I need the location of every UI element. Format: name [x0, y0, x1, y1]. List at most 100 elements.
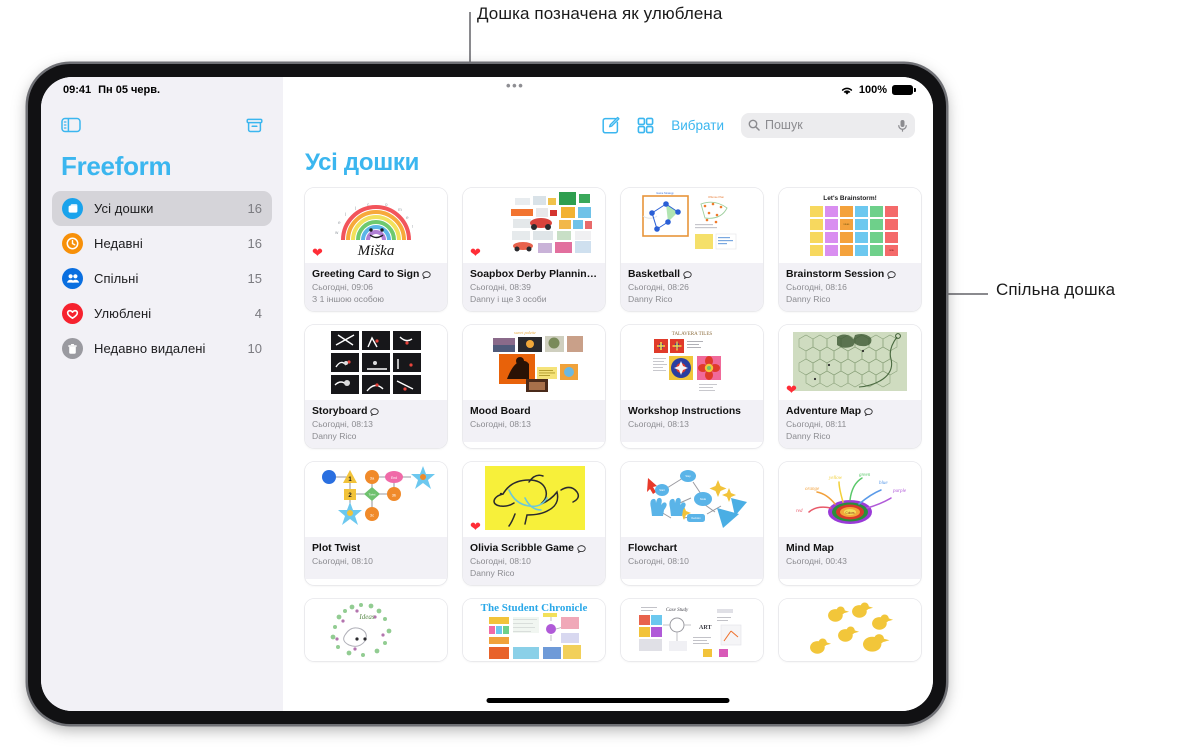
svg-text:ART: ART	[699, 625, 711, 631]
search-input[interactable]: Пошук	[765, 118, 892, 132]
board-date: Сьогодні, 08:13	[312, 419, 373, 429]
board-meta: Soapbox Derby Plannin… Сьогодні, 08:39 D…	[463, 263, 605, 311]
sidebar: Freeform Усі дошки 16 Недавні 16 Спільні…	[41, 77, 283, 711]
home-indicator[interactable]	[486, 698, 730, 703]
svg-text:Step: Step	[685, 474, 691, 478]
svg-text:3b: 3b	[392, 493, 397, 498]
svg-text:red: red	[796, 509, 803, 514]
board-meta: Olivia Scribble Game Сьогодні, 08:10 Dan…	[463, 537, 605, 585]
board-card[interactable]: Miška wel lco m e! ❤ Greeting Card to Si…	[305, 188, 447, 311]
svg-text:sweet palette: sweet palette	[514, 330, 536, 335]
board-people: Danny Rico	[786, 431, 831, 441]
board-card[interactable]: ❤ Soapbox Derby Plannin… Сьогодні, 08:39…	[463, 188, 605, 311]
board-card[interactable]: Game Strategy Offense Plan Basketball Сь…	[621, 188, 763, 311]
board-title: Storyboard	[312, 406, 368, 417]
sidebar-toggle-icon[interactable]	[61, 117, 81, 133]
board-meta: Storyboard Сьогодні, 08:13 Danny Rico	[305, 400, 447, 448]
board-thumbnail: Ideas	[305, 599, 447, 661]
board-card-partial[interactable]: Ideas	[305, 599, 447, 661]
svg-text:orange: orange	[805, 487, 820, 492]
content-area: Вибрати Пошук Усі дошки Miška w e l l c …	[283, 77, 933, 711]
board-card[interactable]: Start Step Node Decision Flowchart Сього…	[621, 462, 763, 585]
board-people: Danny Rico	[628, 294, 673, 304]
board-card-partial[interactable]	[779, 599, 921, 661]
board-card-partial[interactable]: Case Study ART	[621, 599, 763, 661]
board-thumbnail	[305, 325, 447, 400]
shared-bubble-icon	[422, 270, 431, 279]
svg-text:blue: blue	[879, 481, 888, 486]
board-title-row: Adventure Map	[786, 406, 914, 417]
annotation-favorite-label: Дошка позначена як улюблена	[477, 4, 723, 23]
grid-view-icon[interactable]	[637, 117, 654, 134]
board-card[interactable]: ❤ Adventure Map Сьогодні, 08:11 Danny Ri…	[779, 325, 921, 448]
board-card[interactable]: Let's Brainstorm! ideas note Brainstorm …	[779, 188, 921, 311]
boards-grid: Miška wel lco m e! ❤ Greeting Card to Si…	[283, 188, 933, 661]
board-thumbnail	[779, 599, 921, 661]
sidebar-item-favorites[interactable]: Улюблені 4	[52, 296, 272, 331]
sidebar-item-shared[interactable]: Спільні 15	[52, 261, 272, 296]
shared-bubble-icon	[683, 270, 692, 279]
board-card[interactable]: TALAVERA TILES Workshop Instructions Сьо…	[621, 325, 763, 448]
board-thumbnail: Miška wel lco m e! ❤	[305, 188, 447, 263]
sidebar-item-recent[interactable]: Недавні 16	[52, 226, 272, 261]
heart-icon	[62, 303, 83, 324]
content-toolbar: Вибрати Пошук	[283, 103, 933, 147]
board-card[interactable]: sweet palette Mood Board Сьогодні, 08:13	[463, 325, 605, 448]
board-title-row: Greeting Card to Sign	[312, 269, 440, 280]
search-field[interactable]: Пошук	[741, 112, 915, 138]
svg-text:m: m	[398, 207, 402, 212]
svg-text:e: e	[406, 215, 409, 220]
sidebar-item-label: Недавні	[94, 236, 143, 251]
page-title: Усі дошки	[305, 149, 420, 176]
svg-text:Start: Start	[659, 488, 665, 492]
sidebar-item-recently-deleted[interactable]: Недавно видалені 10	[52, 331, 272, 366]
board-date: Сьогодні, 08:13	[628, 419, 689, 429]
board-title: Adventure Map	[786, 406, 862, 417]
svg-text:Colors: Colors	[845, 511, 855, 515]
board-thumbnail: ❤	[463, 462, 605, 537]
svg-text:l: l	[345, 212, 346, 217]
board-title-row: Flowchart	[628, 543, 756, 554]
svg-text:w: w	[335, 230, 339, 235]
people-icon	[62, 268, 83, 289]
compose-icon[interactable]	[601, 116, 620, 135]
board-meta: Flowchart Сьогодні, 08:10	[621, 537, 763, 579]
ipad-device-frame: 09:41 Пн 05 черв. ••• 100% Freeform Усі …	[28, 64, 946, 724]
board-title-row: Brainstorm Session	[786, 269, 914, 280]
board-title-row: Mind Map	[786, 543, 914, 554]
board-people: Danny Rico	[470, 568, 515, 578]
microphone-icon[interactable]	[897, 119, 908, 132]
board-card[interactable]: Storyboard Сьогодні, 08:13 Danny Rico	[305, 325, 447, 448]
board-people: Danny Rico	[786, 294, 831, 304]
all-boards-icon	[62, 198, 83, 219]
sidebar-item-count: 16	[247, 201, 262, 216]
new-folder-icon[interactable]	[246, 117, 263, 134]
board-people: З 1 іншою особою	[312, 294, 385, 304]
board-thumbnail: ❤	[463, 188, 605, 263]
board-title: Olivia Scribble Game	[470, 543, 574, 554]
sidebar-toolbar	[52, 103, 272, 147]
board-card-partial[interactable]: The Student Chronicle	[463, 599, 605, 661]
board-card[interactable]: ❤ Olivia Scribble Game Сьогодні, 08:10 D…	[463, 462, 605, 585]
board-card[interactable]: red orange yellow green blue purple Colo…	[779, 462, 921, 585]
svg-text:purple: purple	[892, 489, 907, 494]
sidebar-item-label: Улюблені	[94, 306, 152, 321]
board-card[interactable]: 1 3a End 2 Twist 3b 3c Plot Twist Сьогод…	[305, 462, 447, 585]
board-title: Brainstorm Session	[786, 269, 885, 280]
svg-text:Miška: Miška	[357, 243, 395, 259]
sidebar-item-label: Спільні	[94, 271, 139, 286]
sidebar-item-label: Недавно видалені	[94, 341, 206, 356]
sidebar-item-all-boards[interactable]: Усі дошки 16	[52, 191, 272, 226]
select-button[interactable]: Вибрати	[671, 118, 724, 133]
ipad-screen: 09:41 Пн 05 черв. ••• 100% Freeform Усі …	[41, 77, 933, 711]
shared-bubble-icon	[577, 544, 586, 553]
board-meta: Greeting Card to Sign Сьогодні, 09:06 З …	[305, 263, 447, 311]
partial-board-title: The Student Chronicle	[481, 602, 588, 614]
sidebar-nav-list: Усі дошки 16 Недавні 16 Спільні 15 Улюбл…	[52, 191, 272, 366]
board-date: Сьогодні, 08:26	[628, 282, 689, 292]
svg-text:Offense Plan: Offense Plan	[708, 195, 725, 199]
svg-text:Ideas: Ideas	[358, 613, 374, 621]
sidebar-item-count: 16	[247, 236, 262, 251]
board-title-row: Olivia Scribble Game	[470, 543, 598, 554]
board-meta: Plot Twist Сьогодні, 08:10	[305, 537, 447, 579]
